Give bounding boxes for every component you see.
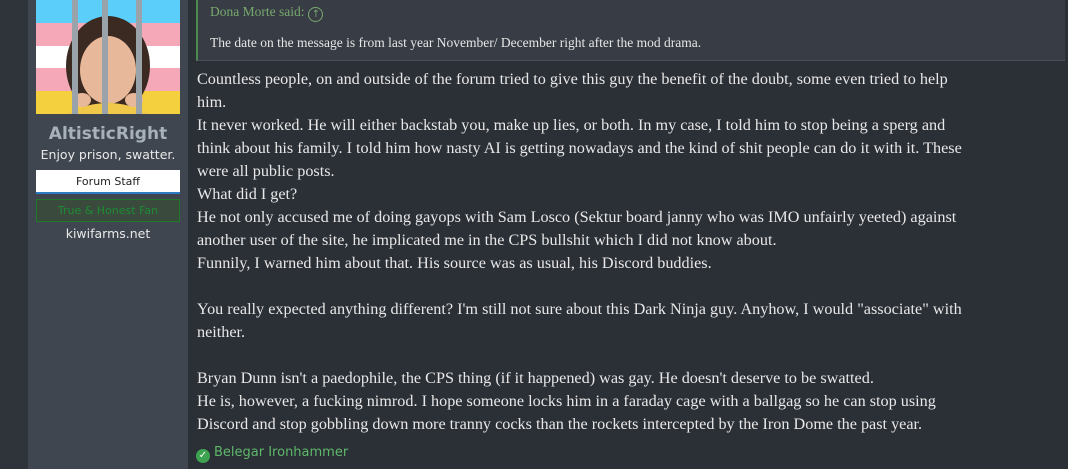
quote-author[interactable]: Dona Morte said: <box>210 4 304 19</box>
message-line: another user of the site, he implicated … <box>197 231 777 249</box>
message-line: He is, however, a fucking nimrod. I hope… <box>197 392 936 410</box>
message-line: neither. <box>197 323 246 341</box>
message-line: What did I get? <box>197 185 298 203</box>
message-line: were all public posts. <box>197 162 335 180</box>
message-line: Countless people, on and outside of the … <box>197 70 948 88</box>
message-line: him. <box>197 93 227 111</box>
jump-to-quote-icon[interactable]: ↑ <box>308 7 324 22</box>
user-info-column: AltisticRight Enjoy prison, swatter. For… <box>28 0 188 469</box>
quote-attribution[interactable]: Dona Morte said: ↑ <box>210 4 324 22</box>
username[interactable]: AltisticRight <box>28 124 188 144</box>
site-label: kiwifarms.net <box>65 226 151 241</box>
message-line: He not only accused me of doing gayops w… <box>197 208 957 226</box>
message-text: Countless people, on and outside of the … <box>197 68 1059 436</box>
staff-banner: Forum Staff <box>36 170 180 194</box>
quote-text: The date on the message is from last yea… <box>210 35 702 50</box>
message-line: You really expected anything different? … <box>197 300 962 318</box>
reactions-bar[interactable]: ✓ Belegar Ironhammer <box>196 445 348 463</box>
message-line: It never worked. He will either backstab… <box>197 116 946 134</box>
user-title: Enjoy prison, swatter. <box>40 147 176 162</box>
left-margin <box>0 0 28 469</box>
fan-banner: True & Honest Fan <box>36 199 180 222</box>
message-line: Funnily, I warned him about that. His so… <box>197 254 712 272</box>
message-line: think about his family. I told him how n… <box>197 139 962 157</box>
reaction-icon: ✓ <box>196 449 210 463</box>
post-body: Dona Morte said: ↑ The date on the messag… <box>188 0 1068 469</box>
reaction-user[interactable]: Belegar Ironhammer <box>214 445 348 460</box>
message-line: Discord and stop gobbling down more tran… <box>197 415 923 433</box>
message-line: Bryan Dunn isn't a paedophile, the CPS t… <box>197 369 874 387</box>
avatar[interactable] <box>36 0 180 114</box>
quote-block: Dona Morte said: ↑ The date on the messag… <box>196 0 1065 61</box>
